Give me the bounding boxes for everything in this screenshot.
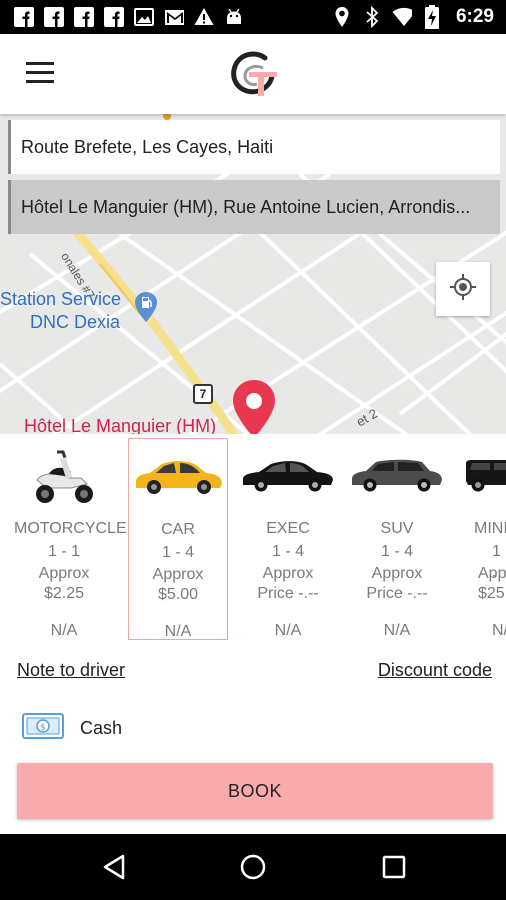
location-icon (332, 7, 352, 27)
vehicle-name: CAR (161, 521, 195, 538)
status-bar: 6:29 (0, 0, 506, 34)
vehicle-option-exec[interactable]: EXEC 1 - 4 Approx Price -.-- N/A (238, 438, 338, 640)
map-view[interactable]: Route Brefete, Les Cayes, Haiti Hôtel Le… (0, 114, 506, 434)
vehicle-seats: 1 - 1 (47, 543, 80, 560)
app-logo (225, 46, 281, 102)
back-icon[interactable] (98, 851, 130, 883)
poi-station-label-1: Station Service (0, 289, 122, 309)
vehicle-price: $25 (478, 585, 505, 602)
vehicle-price: $2.25 (43, 585, 85, 602)
vehicle-approx: Approx (152, 566, 204, 583)
vehicle-option-car[interactable]: CAR 1 - 4 Approx $5.00 N/A (128, 438, 228, 640)
vehicle-option-motorcycle[interactable]: MOTORCYCLE 1 - 1 Approx $2.25 N/A (14, 438, 127, 640)
vehicle-price: Price -.-- (366, 585, 428, 602)
gmail-icon (164, 7, 184, 27)
vehicle-seats: 1 - (492, 543, 501, 584)
vehicle-name: EXEC (266, 520, 310, 537)
hamburger-menu-icon[interactable] (26, 62, 54, 84)
vehicle-approx: Approx (371, 565, 423, 582)
navigation-bar (0, 834, 506, 900)
vehicle-name: MINI (474, 520, 506, 537)
suv-icon (347, 438, 447, 512)
facebook-icon (104, 7, 124, 27)
vehicle-seats: 1 - 4 (380, 543, 413, 560)
facebook-icon (44, 7, 64, 27)
vehicle-approx: Approx (262, 565, 314, 582)
vehicle-approx: App (478, 565, 506, 582)
minivan-icon (456, 438, 506, 512)
app-bar (0, 34, 506, 114)
note-to-driver-link[interactable]: Note to driver (17, 660, 125, 681)
android-icon (224, 7, 244, 27)
battery-charging-icon (422, 5, 442, 29)
gas-station-icon[interactable] (134, 291, 158, 328)
warning-icon (194, 7, 214, 27)
vehicle-price: $5.00 (157, 586, 199, 603)
vehicle-eta: N/ (492, 622, 506, 639)
poi-station-label-2: DNC Dexia (30, 312, 121, 332)
my-location-icon (449, 273, 477, 306)
vehicle-option-minivan[interactable]: MINI 1 - App $25 N/ (456, 438, 506, 640)
facebook-icon (74, 7, 94, 27)
payment-method-selector[interactable]: $ Cash (22, 712, 122, 744)
vehicle-approx: Approx (38, 565, 90, 582)
payment-method-label: Cash (80, 717, 123, 738)
vehicle-seats: 1 - 4 (161, 544, 194, 561)
vehicle-name: SUV (380, 520, 414, 537)
vehicle-name: MOTORCYCLE (14, 520, 127, 537)
facebook-icon (14, 7, 34, 27)
bluetooth-icon (362, 6, 382, 28)
vehicle-eta: N/A (383, 622, 411, 639)
vehicle-eta: N/A (50, 622, 78, 639)
book-button[interactable]: BOOK (17, 763, 493, 819)
image-icon (134, 7, 154, 27)
vehicle-eta: N/A (274, 622, 302, 639)
recent-apps-icon[interactable] (378, 851, 410, 883)
car-icon (129, 439, 227, 513)
poi-hotel-label: Hôtel Le Manguier (HM) (24, 416, 217, 434)
vehicle-eta: N/A (164, 623, 192, 640)
vehicle-selector: MOTORCYCLE 1 - 1 Approx $2.25 N/A CAR 1 … (0, 434, 506, 646)
home-icon[interactable] (237, 851, 269, 883)
wifi-icon (392, 7, 412, 27)
destination-marker-icon[interactable] (232, 379, 276, 434)
svg-text:$: $ (40, 723, 46, 733)
pickup-address-field[interactable]: Route Brefete, Les Cayes, Haiti (8, 120, 500, 174)
discount-code-link[interactable]: Discount code (378, 660, 492, 681)
status-time: 6:29 (455, 6, 494, 27)
cash-icon: $ (22, 712, 64, 744)
dropoff-address-field[interactable]: Hôtel Le Manguier (HM), Rue Antoine Luci… (8, 180, 500, 234)
motorcycle-icon (14, 438, 114, 512)
exec-car-icon (238, 438, 338, 512)
vehicle-option-suv[interactable]: SUV 1 - 4 Approx Price -.-- N/A (347, 438, 447, 640)
vehicle-seats: 1 - 4 (271, 543, 304, 560)
vehicle-price: Price -.-- (257, 585, 319, 602)
my-location-button[interactable] (436, 262, 490, 316)
route-shield: 7 (193, 384, 213, 404)
